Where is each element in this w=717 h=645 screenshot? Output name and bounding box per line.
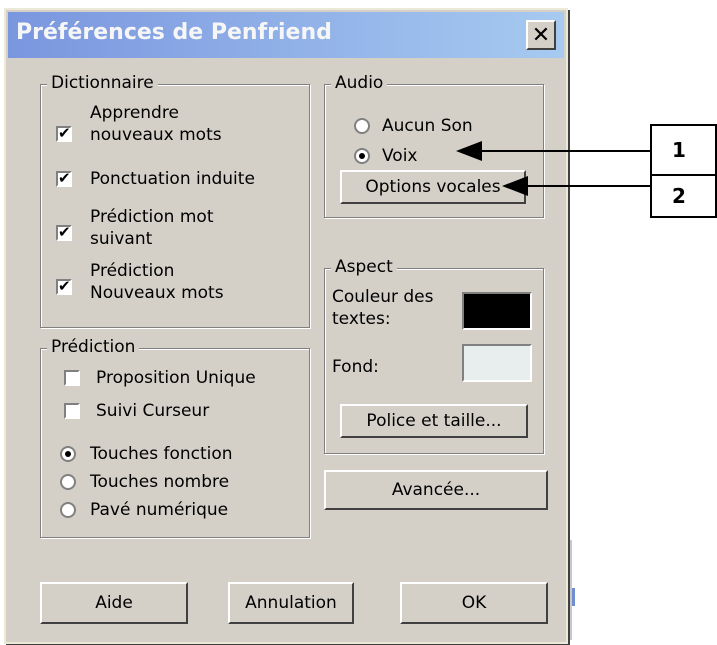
annulation-button[interactable]: Annulation [228,582,354,624]
radio-selected-dot [65,451,71,457]
callout-1-line [480,150,652,152]
title-bar[interactable]: Préférences de Penfriend ✕ [8,12,564,58]
prediction-mot-label-1[interactable]: Prédiction mot [90,206,213,228]
avancee-button[interactable]: Avancée... [324,470,548,510]
prediction-legend: Prédiction [47,336,140,358]
aspect-legend: Aspect [331,256,397,278]
callout-number-1: 1 [672,138,686,162]
ponctuation-checkbox[interactable]: ✔ [56,169,72,187]
check-icon: ✔ [58,223,71,241]
couleur-textes-label-2: textes: [332,309,391,329]
proposition-unique-label[interactable]: Proposition Unique [96,367,256,389]
apprendre-checkbox[interactable]: ✔ [56,124,72,142]
prediction-nouveaux-checkbox[interactable]: ✔ [56,277,72,295]
dictionnaire-legend: Dictionnaire [47,72,158,94]
prediction-mot-checkbox[interactable]: ✔ [56,223,72,241]
callout-box-2: 2 [650,174,717,218]
close-icon: ✕ [531,23,551,48]
check-icon: ✔ [58,277,71,295]
prediction-nouveaux-label-1[interactable]: Prédiction [90,260,174,282]
fond-label: Fond: [332,357,379,377]
preferences-dialog: Préférences de Penfriend ✕ Dictionnaire … [4,8,568,644]
touches-nombre-label[interactable]: Touches nombre [90,471,229,493]
suivi-curseur-checkbox[interactable] [64,403,80,419]
callout-2-line [528,185,652,187]
close-button[interactable]: ✕ [526,20,556,50]
callout-1-arrowhead [456,141,482,161]
apprendre-label-1[interactable]: Apprendre [90,102,179,124]
suivi-curseur-label[interactable]: Suivi Curseur [96,400,209,422]
window-title: Préférences de Penfriend [16,20,332,45]
voix-radio[interactable] [354,148,370,164]
proposition-unique-checkbox[interactable] [64,370,80,386]
check-icon: ✔ [58,124,71,142]
touches-fonction-radio[interactable] [60,446,76,462]
callout-box-1: 1 [650,124,717,176]
pave-numerique-radio[interactable] [60,502,76,518]
ok-button[interactable]: OK [400,582,548,624]
page-edge-mark-blue [572,588,575,606]
options-vocales-button[interactable]: Options vocales [340,170,526,204]
pave-numerique-label[interactable]: Pavé numérique [90,499,228,521]
callout-number-2: 2 [672,184,686,208]
ponctuation-label[interactable]: Ponctuation induite [90,168,255,190]
prediction-mot-label-2[interactable]: suivant [90,228,152,250]
aucun-son-radio[interactable] [354,118,370,134]
touches-nombre-radio[interactable] [60,474,76,490]
voix-label[interactable]: Voix [382,145,418,167]
aucun-son-label[interactable]: Aucun Son [382,115,473,137]
callout-2-arrowhead [502,176,528,196]
text-color-swatch[interactable] [462,292,532,330]
audio-legend: Audio [331,72,388,94]
prediction-nouveaux-label-2[interactable]: Nouveaux mots [90,282,224,304]
couleur-textes-label-1: Couleur des [332,287,434,307]
callout-top-rule [650,124,717,126]
check-icon: ✔ [58,169,71,187]
touches-fonction-label[interactable]: Touches fonction [90,443,233,465]
aide-button[interactable]: Aide [40,582,188,624]
police-taille-button[interactable]: Police et taille... [340,404,528,438]
apprendre-label-2[interactable]: nouveaux mots [90,124,222,146]
radio-selected-dot [359,153,365,159]
background-color-swatch[interactable] [462,344,532,382]
